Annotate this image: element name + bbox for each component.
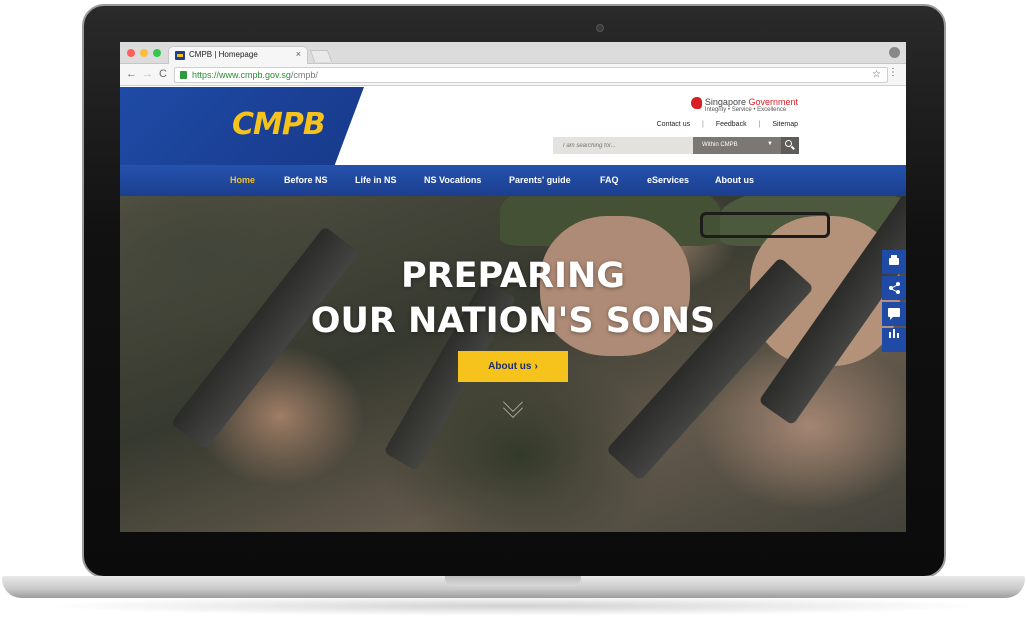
feedback-icon bbox=[888, 308, 900, 320]
gov-brand-a: Singapore bbox=[704, 97, 749, 107]
nav-life-in-ns[interactable]: Life in NS bbox=[355, 175, 397, 185]
hero-title: PREPARING OUR NATION'S SONS bbox=[120, 254, 906, 344]
search-scope-label: Within CMPB bbox=[702, 142, 738, 148]
scroll-down-icon[interactable] bbox=[495, 392, 531, 418]
browser-tab[interactable]: CMPB | Homepage × bbox=[168, 46, 308, 64]
search-scope-dropdown[interactable]: Within CMPB ▼ bbox=[693, 137, 781, 154]
hero-title-line2: OUR NATION'S SONS bbox=[310, 301, 716, 341]
url-host: https://www.cmpb.gov.sg bbox=[192, 70, 291, 80]
laptop-shadow bbox=[40, 596, 987, 616]
forward-button[interactable]: → bbox=[142, 68, 153, 80]
lock-icon bbox=[180, 71, 187, 79]
separator: | bbox=[702, 121, 704, 128]
contact-us-link[interactable]: Contact us bbox=[657, 121, 690, 128]
separator: | bbox=[758, 121, 761, 128]
feedback-link[interactable]: Feedback bbox=[716, 121, 747, 128]
print-button[interactable] bbox=[882, 250, 906, 274]
nav-faq[interactable]: FAQ bbox=[600, 175, 619, 185]
nav-before-ns[interactable]: Before NS bbox=[284, 175, 328, 185]
nav-about-us[interactable]: About us bbox=[715, 175, 754, 185]
hero-title-line1: PREPARING bbox=[400, 256, 626, 296]
reload-button[interactable]: C bbox=[159, 68, 167, 80]
nav-parents-guide[interactable]: Parents' guide bbox=[509, 175, 571, 185]
lion-head-icon bbox=[690, 97, 702, 109]
url-path: /cmpb/ bbox=[290, 70, 318, 80]
caret-down-icon: ▼ bbox=[767, 141, 773, 147]
new-tab-button[interactable] bbox=[309, 50, 333, 62]
tab-title: CMPB | Homepage bbox=[189, 50, 258, 59]
screen: CMPB | Homepage × ← → C https://www.cmpb… bbox=[120, 42, 906, 532]
search-icon bbox=[785, 140, 792, 147]
back-button[interactable]: ← bbox=[126, 68, 137, 80]
chevron-right-icon: › bbox=[534, 361, 538, 372]
print-icon bbox=[889, 255, 899, 265]
url-bar[interactable]: https://www.cmpb.gov.sg/cmpb/ ☆ bbox=[174, 67, 888, 83]
about-us-button[interactable]: About us › bbox=[458, 351, 568, 382]
nav-ns-vocations[interactable]: NS Vocations bbox=[424, 175, 481, 185]
favicon-icon bbox=[175, 51, 185, 60]
url-text: https://www.cmpb.gov.sg/cmpb/ bbox=[192, 70, 318, 80]
side-toolbar bbox=[882, 250, 906, 354]
laptop-notch bbox=[445, 576, 581, 586]
about-us-button-label: About us bbox=[488, 361, 532, 372]
search-input[interactable] bbox=[553, 137, 693, 154]
tab-close-button[interactable]: × bbox=[296, 49, 301, 59]
site-header: CMPB Singapore Government Integrity • Se… bbox=[120, 87, 906, 165]
profile-icon[interactable] bbox=[889, 47, 900, 58]
singapore-government-brand[interactable]: Singapore Government Integrity • Service… bbox=[690, 97, 798, 113]
feedback-button[interactable] bbox=[882, 302, 906, 326]
nav-home[interactable]: Home bbox=[230, 175, 255, 185]
nav-eservices[interactable]: eServices bbox=[647, 175, 689, 185]
bookmark-star-icon[interactable]: ☆ bbox=[872, 69, 881, 80]
maximize-window-button[interactable] bbox=[153, 49, 161, 57]
share-button[interactable] bbox=[882, 276, 906, 300]
site-search: Within CMPB ▼ bbox=[553, 137, 799, 154]
browser-toolbar: ← → C https://www.cmpb.gov.sg/cmpb/ ☆ ⋮ bbox=[120, 64, 906, 86]
cmpb-logo[interactable]: CMPB bbox=[232, 107, 326, 142]
gov-brand-b: Government bbox=[748, 97, 798, 107]
browser-tabbar: CMPB | Homepage × bbox=[120, 42, 906, 64]
close-window-button[interactable] bbox=[127, 49, 135, 57]
sitemap-link[interactable]: Sitemap bbox=[772, 121, 798, 128]
hero-banner: PREPARING OUR NATION'S SONS About us › bbox=[120, 196, 906, 532]
chart-button[interactable] bbox=[882, 328, 906, 352]
main-nav: Home Before NS Life in NS NS Vocations P… bbox=[120, 165, 906, 196]
camera-icon bbox=[596, 24, 604, 32]
gov-tagline: Integrity • Service • Excellence bbox=[704, 107, 787, 113]
browser-menu-button[interactable]: ⋮ bbox=[888, 67, 898, 78]
search-button[interactable] bbox=[781, 137, 799, 154]
minimize-window-button[interactable] bbox=[140, 49, 148, 57]
utility-links: Contact us | Feedback | Sitemap bbox=[657, 121, 798, 128]
